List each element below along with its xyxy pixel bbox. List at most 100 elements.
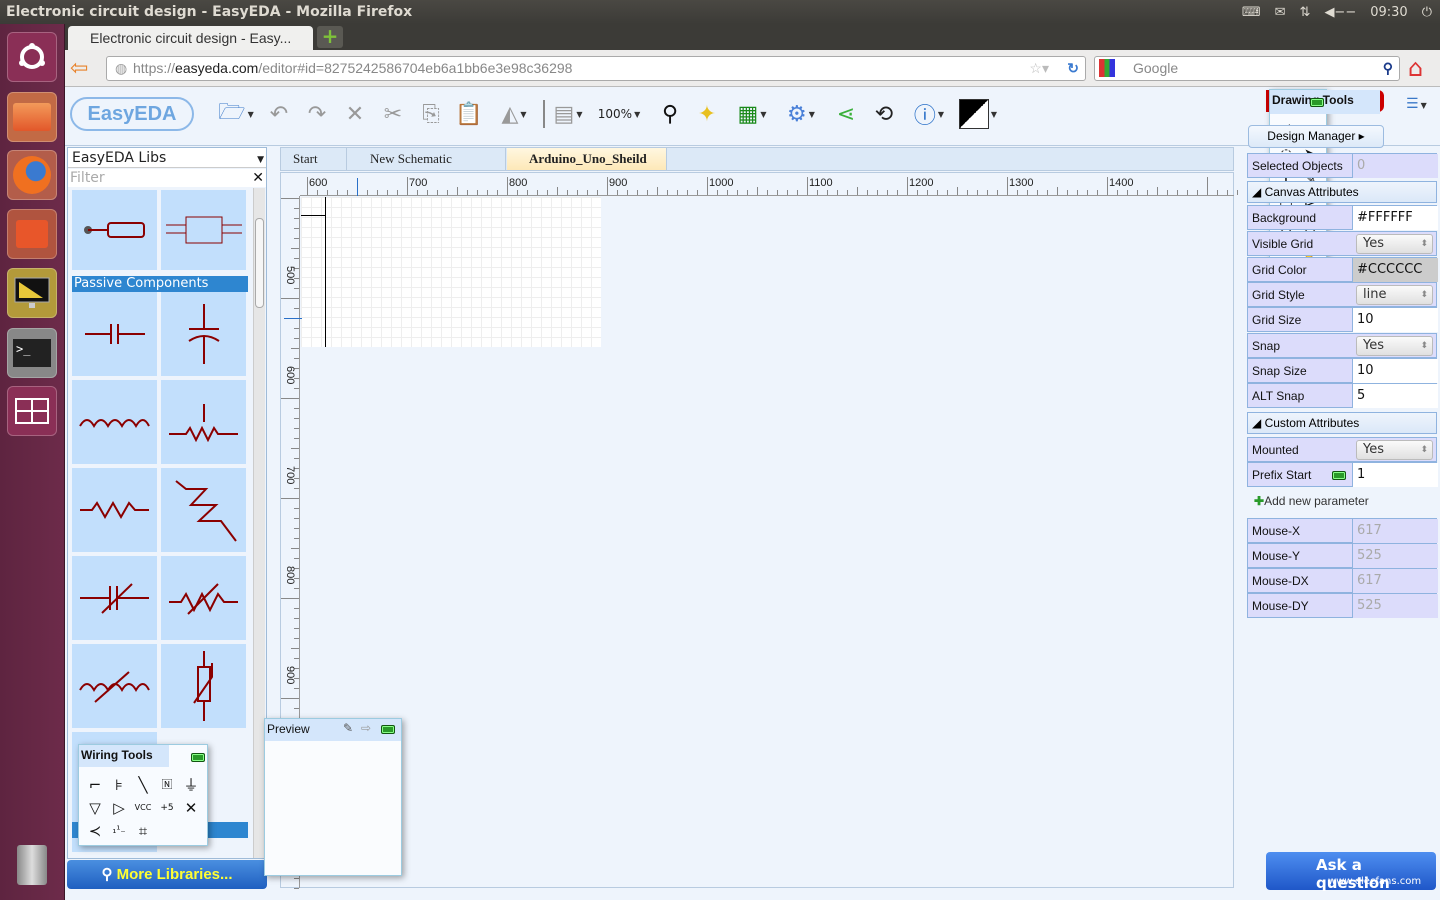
library-item[interactable] — [161, 292, 246, 376]
find-component-icon[interactable]: ⚲ — [652, 97, 688, 131]
bus-icon[interactable]: ⊧ — [109, 775, 129, 795]
library-select[interactable]: EasyEDA Libs ▼ — [68, 148, 266, 168]
network-icon[interactable]: ⇅ — [1300, 5, 1311, 20]
grid-size-input[interactable]: 10 — [1352, 308, 1438, 332]
scroll-thumb[interactable] — [255, 218, 264, 308]
library-item[interactable] — [72, 292, 157, 376]
wiring-tools-title[interactable]: Wiring Tools — [79, 745, 169, 767]
share-icon[interactable]: ⋖ — [830, 97, 862, 131]
library-item[interactable] — [161, 190, 246, 270]
rotate-flip-icon[interactable]: ◭ ▼ — [490, 97, 538, 131]
more-libraries-button[interactable]: ⚲ More Libraries... — [67, 860, 267, 889]
zoom-select[interactable]: 100% ▼ — [594, 97, 644, 131]
vcc-icon[interactable]: VCC — [133, 798, 153, 818]
drawing-app-icon[interactable] — [7, 268, 57, 318]
ask-question-button[interactable]: Ask a question www.elecfans.com — [1266, 852, 1436, 892]
net-label-icon[interactable]: 🄽 — [157, 775, 177, 795]
software-center-icon[interactable] — [7, 209, 57, 259]
align-icon[interactable]: ▤ ▼ — [548, 97, 588, 131]
tab-new-schematic[interactable]: New Schematic — [348, 148, 506, 170]
new-tab-button[interactable]: + — [317, 26, 343, 48]
alt-snap-input[interactable]: 5 — [1352, 384, 1438, 408]
copy-icon[interactable]: ⎘ — [414, 97, 448, 131]
ubuntu-dash-icon[interactable] — [7, 32, 57, 82]
visible-grid-select[interactable]: Yes — [1356, 234, 1433, 254]
paste-icon[interactable]: 📋 — [452, 97, 486, 131]
prefix-start-input[interactable]: 1 — [1352, 463, 1438, 487]
minimize-icon[interactable] — [381, 725, 395, 734]
toggle-icon[interactable] — [1332, 471, 1346, 480]
tab-arduino-uno-sheild[interactable]: Arduino_Uno_Sheild — [507, 148, 667, 170]
search-bar[interactable]: Google ⚲ — [1094, 56, 1400, 81]
search-icon[interactable]: ⚲ — [1383, 57, 1393, 80]
home-icon[interactable]: ⌂ — [1408, 54, 1423, 82]
files-icon[interactable] — [7, 92, 57, 142]
bus-entry-icon[interactable]: ╲ — [133, 775, 153, 795]
wire-icon[interactable]: ⌐ — [85, 775, 105, 795]
google-engine-icon[interactable] — [1099, 59, 1115, 77]
library-item[interactable] — [161, 556, 246, 640]
design-manager-button[interactable]: Design Manager ▸ — [1248, 125, 1384, 148]
browser-tab[interactable]: Electronic circuit design - Easy... — [68, 26, 313, 50]
library-item[interactable] — [72, 556, 157, 640]
schematic-sheet[interactable] — [301, 197, 601, 347]
add-parameter-link[interactable]: ✚Add new parameter — [1254, 494, 1369, 508]
no-connect-icon[interactable]: ✕ — [181, 798, 201, 818]
minimize-icon[interactable] — [191, 753, 205, 762]
snap-select[interactable]: Yes — [1356, 336, 1433, 356]
library-item[interactable] — [72, 468, 157, 552]
volume-icon[interactable]: ◀−− — [1324, 5, 1356, 20]
ground-arrow-icon[interactable]: ▽ — [85, 798, 105, 818]
terminal-icon[interactable]: >_ — [7, 328, 57, 378]
firefox-icon[interactable] — [7, 150, 57, 200]
library-item[interactable] — [161, 468, 246, 552]
grid-style-select[interactable]: line — [1356, 285, 1433, 305]
pin-icon[interactable]: ₁¹₋ — [109, 821, 129, 841]
clear-filter-icon[interactable]: ✕ — [252, 169, 264, 187]
ground-icon[interactable]: ⏚ — [181, 775, 201, 795]
library-item[interactable] — [72, 380, 157, 464]
settings-gear-icon[interactable]: ⚙ ▼ — [778, 97, 824, 131]
site-identity-icon[interactable]: ◍ — [115, 57, 127, 80]
library-item[interactable] — [161, 380, 246, 464]
mounted-select[interactable]: Yes — [1356, 440, 1433, 460]
canvas-attributes-header[interactable]: ◢ Canvas Attributes — [1247, 181, 1437, 203]
power-icon[interactable]: ⏻ — [1422, 5, 1432, 20]
grid-color-input[interactable]: #CCCCCC — [1352, 258, 1438, 282]
group-icon[interactable]: ⌗ — [133, 821, 153, 841]
library-item[interactable] — [72, 190, 157, 270]
delete-icon[interactable]: ✕ — [338, 97, 372, 131]
undo-icon[interactable]: ↶ — [262, 97, 296, 131]
filter-input[interactable]: Filter ✕ — [68, 169, 266, 187]
edit-pencil-icon[interactable]: ✎ — [343, 721, 353, 735]
layout-menu-icon[interactable]: ☰ ▼ — [1406, 96, 1427, 112]
url-bar[interactable]: https://easyeda.com/editor#id=8275242586… — [106, 56, 1086, 81]
library-item[interactable] — [72, 644, 157, 728]
redo-icon[interactable]: ↷ — [300, 97, 334, 131]
open-arrow-icon[interactable]: ⇨ — [361, 721, 371, 735]
custom-attributes-header[interactable]: ◢ Custom Attributes — [1247, 412, 1437, 434]
bookmark-star-icon[interactable]: ☆▾ — [1029, 57, 1049, 80]
plus5-icon[interactable]: +5 — [157, 798, 177, 818]
voltage-probe-icon[interactable]: ≺ — [85, 821, 105, 841]
magic-wand-icon[interactable]: ✦ — [690, 97, 724, 131]
tab-start[interactable]: Start — [285, 148, 347, 170]
clock[interactable]: 09:30 — [1370, 5, 1407, 20]
keyboard-icon[interactable]: ⌨ — [1242, 5, 1261, 20]
net-port-icon[interactable]: ▷ — [109, 798, 129, 818]
minimize-icon[interactable] — [1310, 98, 1324, 107]
info-icon[interactable]: ⓘ ▼ — [906, 97, 952, 131]
cut-icon[interactable]: ✂ — [376, 97, 410, 131]
back-button[interactable]: ⇦ — [70, 56, 88, 81]
library-item[interactable] — [161, 644, 246, 728]
trash-icon[interactable] — [7, 840, 57, 890]
reload-icon[interactable]: ↻ — [1067, 57, 1079, 80]
history-icon[interactable]: ⟲ — [866, 97, 902, 131]
easyeda-logo[interactable]: EasyEDA — [70, 97, 194, 131]
workspace-switcher-icon[interactable] — [7, 386, 57, 436]
snap-size-input[interactable]: 10 — [1352, 359, 1438, 383]
background-color-input[interactable]: #FFFFFF — [1352, 206, 1438, 230]
theme-toggle-icon[interactable]: ▼ — [955, 97, 1001, 131]
mail-icon[interactable]: ✉ — [1275, 5, 1286, 20]
drawing-tools-title[interactable]: Drawing Tools — [1270, 90, 1380, 114]
